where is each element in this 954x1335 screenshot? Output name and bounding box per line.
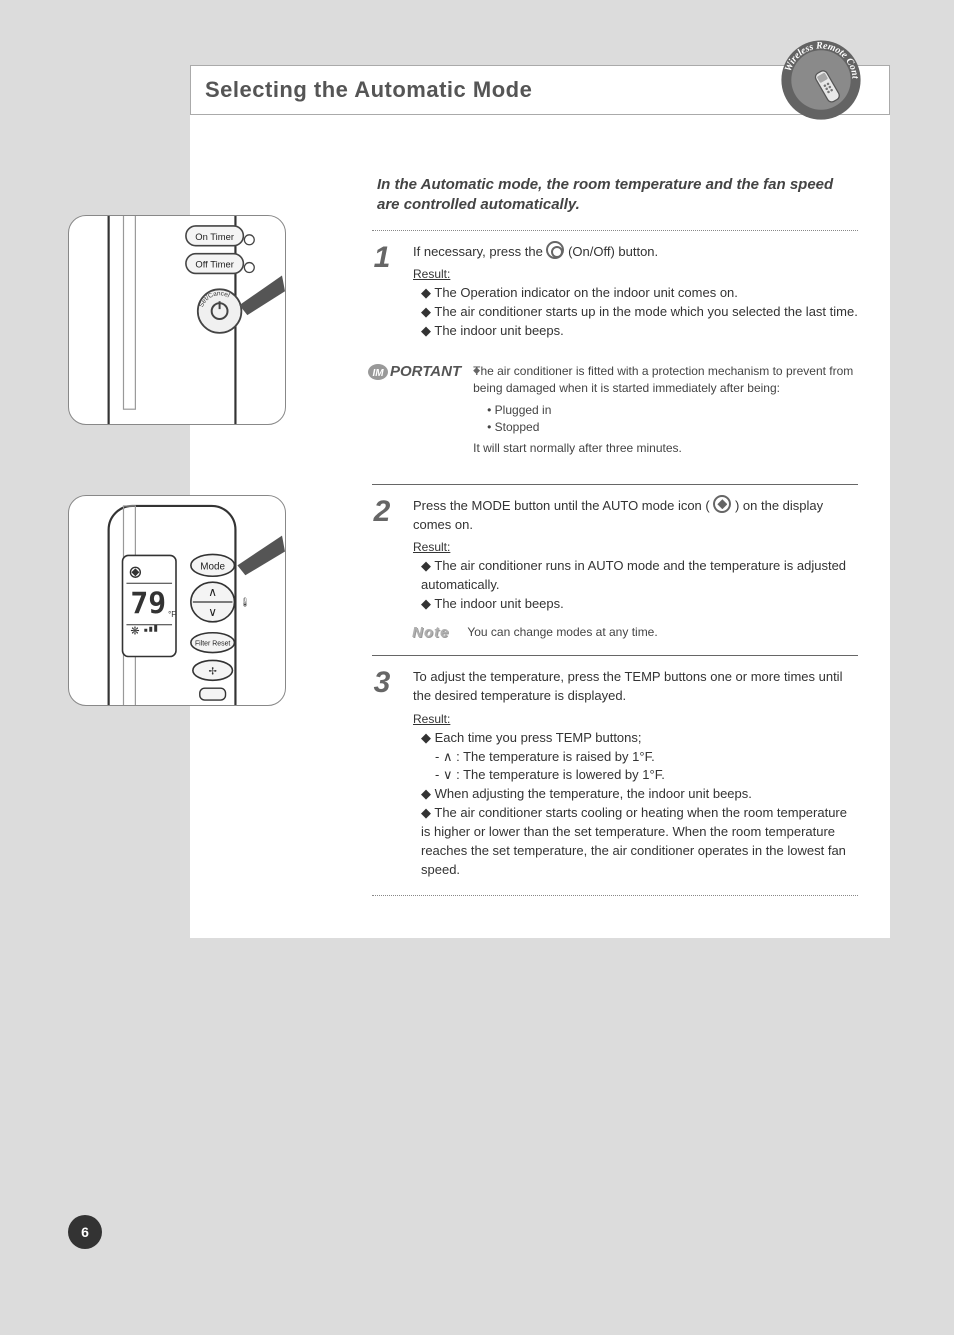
step-2: 2 Press the MODE button until the AUTO m… bbox=[367, 497, 858, 614]
step-number: 3 bbox=[367, 668, 397, 879]
pointer-arrow-icon bbox=[237, 536, 285, 576]
divider bbox=[372, 895, 858, 896]
off-timer-button-graphic: Off Timer bbox=[186, 254, 254, 274]
lcd-auto-icon bbox=[130, 567, 140, 577]
step-body: To adjust the temperature, press the TEM… bbox=[413, 668, 858, 879]
auto-mode-icon bbox=[713, 495, 731, 513]
misc-button-graphic bbox=[200, 688, 226, 700]
divider bbox=[372, 655, 858, 656]
important-block: IM PORTANT The air conditioner is fitted… bbox=[367, 363, 858, 464]
svg-text:IM: IM bbox=[372, 368, 384, 379]
step-text-a: Press the MODE button until the AUTO mod… bbox=[413, 498, 710, 513]
note-block: Note You can change modes at any time. bbox=[412, 624, 858, 641]
mode-button-graphic: Mode bbox=[191, 554, 235, 576]
svg-text:∧: ∧ bbox=[208, 585, 217, 599]
important-item: It will start normally after three minut… bbox=[473, 440, 858, 457]
swing-button-graphic: ✢ bbox=[193, 660, 233, 680]
svg-text:❋: ❋ bbox=[130, 626, 139, 638]
important-label: IM PORTANT bbox=[367, 363, 461, 381]
step-1: 1 If necessary, press the (On/Off) butto… bbox=[367, 243, 858, 341]
page-title: Selecting the Automatic Mode bbox=[205, 77, 532, 103]
result-bullet: The air conditioner starts cooling or he… bbox=[421, 805, 847, 877]
step-3: 3 To adjust the temperature, press the T… bbox=[367, 668, 858, 879]
important-label-text: PORTANT bbox=[390, 363, 461, 380]
result-label: Result: bbox=[413, 267, 450, 281]
on-timer-label: On Timer bbox=[195, 231, 234, 242]
step-body: Press the MODE button until the AUTO mod… bbox=[413, 497, 858, 614]
step-text: To adjust the temperature, press the TEM… bbox=[413, 669, 842, 703]
result-sub: : The temperature is raised by 1°F. bbox=[456, 749, 655, 764]
mode-label: Mode bbox=[200, 561, 225, 572]
result-bullet: When adjusting the temperature, the indo… bbox=[435, 786, 752, 801]
page-number: 6 bbox=[68, 1215, 102, 1249]
note-body: You can change modes at any time. bbox=[467, 624, 858, 641]
note-label: Note bbox=[412, 624, 449, 641]
svg-text:∨: ∨ bbox=[208, 605, 217, 619]
result-sub: : The temperature is lowered by 1°F. bbox=[456, 767, 665, 782]
step-text-b: (On/Off) button. bbox=[568, 244, 658, 259]
step-text-a: If necessary, press the bbox=[413, 244, 546, 259]
step-result: Result: ◆ The Operation indicator on the… bbox=[413, 265, 858, 340]
result-bullet: The Operation indicator on the indoor un… bbox=[434, 285, 738, 300]
power-button-graphic: Set/Cancel bbox=[198, 289, 242, 333]
important-text: The air conditioner is fitted with a pro… bbox=[473, 363, 858, 458]
filter-reset-label: Filter Reset bbox=[195, 641, 230, 648]
step-number: 1 bbox=[367, 243, 397, 341]
result-bullet: Each time you press TEMP buttons; bbox=[435, 730, 642, 745]
on-timer-button-graphic: On Timer bbox=[186, 226, 254, 246]
result-bullet: The indoor unit beeps. bbox=[434, 596, 563, 611]
important-body: The air conditioner is fitted with a pro… bbox=[473, 363, 858, 464]
power-icon bbox=[546, 241, 564, 259]
page-number-value: 6 bbox=[81, 1224, 89, 1240]
step-body: If necessary, press the (On/Off) button.… bbox=[413, 243, 858, 341]
result-label: Result: bbox=[413, 540, 450, 554]
step-result: Result: ◆ The air conditioner runs in AU… bbox=[413, 538, 858, 613]
svg-text:✢: ✢ bbox=[209, 666, 217, 677]
important-icon: IM bbox=[367, 363, 389, 381]
intro-text: In the Automatic mode, the room temperat… bbox=[377, 175, 858, 216]
divider bbox=[372, 230, 858, 231]
result-bullet: The indoor unit beeps. bbox=[434, 323, 563, 338]
wireless-remote-badge: Wireless Remote Controller bbox=[776, 35, 866, 125]
lcd-temp-value: 79 bbox=[130, 586, 166, 621]
result-label: Result: bbox=[413, 712, 450, 726]
divider bbox=[372, 484, 858, 485]
remote-illustration-1: On Timer Off Timer Set/Cancel bbox=[68, 215, 286, 425]
lcd-temp-unit: °F bbox=[168, 610, 176, 619]
result-bullet: The air conditioner starts up in the mod… bbox=[434, 304, 857, 319]
step-number: 2 bbox=[367, 497, 397, 614]
pointer-arrow-icon bbox=[239, 275, 285, 315]
important-item: Stopped bbox=[495, 420, 540, 434]
temp-updown-button-graphic: ∧ ∨ 🌡 bbox=[191, 582, 251, 622]
remote-illustration-2: 79 °F ❋ Mode ∧ ∨ 🌡 Filter Reset ✢ bbox=[68, 495, 286, 706]
svg-text:🌡: 🌡 bbox=[239, 597, 250, 607]
important-item: Plugged in bbox=[495, 403, 552, 417]
content-panel: In the Automatic mode, the room temperat… bbox=[190, 115, 890, 938]
off-timer-label: Off Timer bbox=[195, 259, 234, 270]
result-bullet: The air conditioner runs in AUTO mode an… bbox=[421, 558, 846, 592]
filter-reset-button-graphic: Filter Reset bbox=[191, 633, 235, 653]
step-result: Result: ◆ Each time you press TEMP butto… bbox=[413, 710, 858, 880]
